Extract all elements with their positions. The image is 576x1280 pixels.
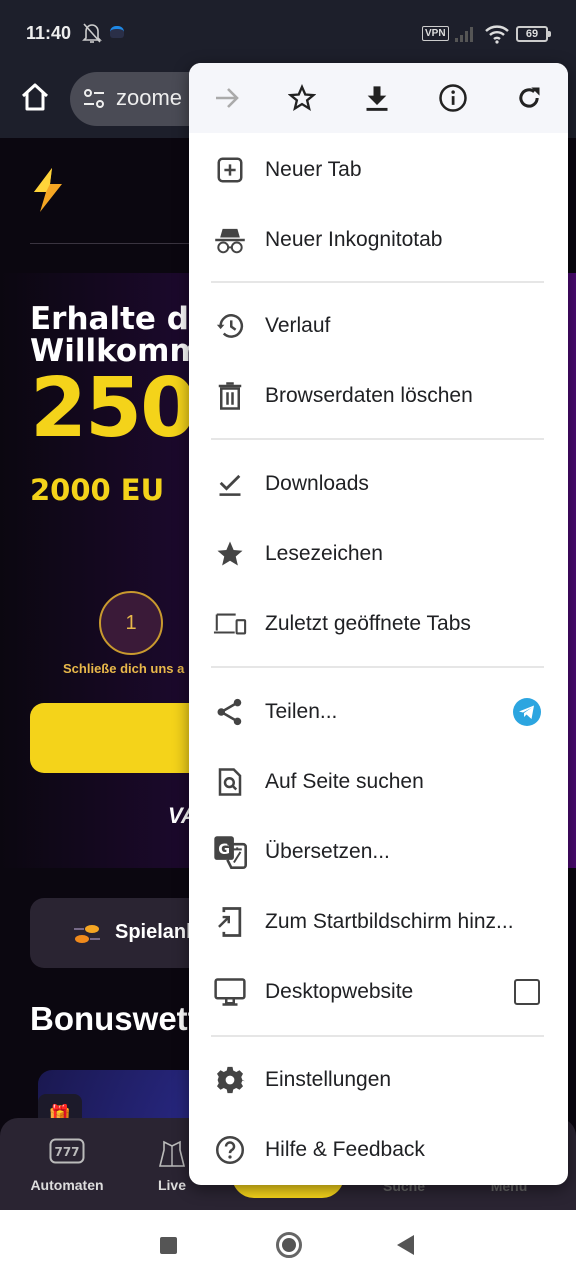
hero-amount: 250 — [30, 361, 197, 456]
hero-subline: 2000 EU — [30, 473, 165, 507]
provider-icon — [72, 923, 102, 945]
step-number: 1 — [99, 591, 163, 655]
home-icon[interactable] — [18, 80, 52, 114]
settings-icon — [213, 1063, 247, 1097]
devices-icon — [213, 607, 247, 641]
downloads-done-icon — [213, 467, 247, 501]
menu-label: Teilen... — [265, 700, 338, 723]
download-icon[interactable] — [359, 80, 395, 116]
new-tab-icon — [213, 153, 247, 187]
status-time: 11:40 — [26, 23, 72, 43]
android-nav-bar — [0, 1210, 576, 1280]
menu-separator — [211, 438, 544, 440]
app-notification-icon — [110, 26, 124, 38]
menu-item-translate[interactable]: G Übersetzen... — [189, 817, 568, 887]
menu-action-row — [189, 63, 568, 133]
menu-item-add-to-home-screen[interactable]: Zum Startbildschirm hinz... — [189, 887, 568, 957]
url-text[interactable]: zoome — [116, 85, 182, 111]
menu-label: Lesezeichen — [265, 542, 383, 565]
screen: 11:40 VPN 69 zoome Erhalte d Willkomm 25… — [0, 0, 576, 1280]
translate-icon: G — [213, 835, 247, 869]
menu-item-settings[interactable]: Einstellungen — [189, 1045, 568, 1115]
hero-title: Erhalte d Willkomm — [30, 303, 202, 367]
add-to-home-icon — [213, 905, 247, 939]
menu-separator — [211, 1035, 544, 1037]
dealer-icon — [158, 1138, 186, 1167]
nav-item-automaten[interactable]: 777 Automaten — [19, 1138, 115, 1193]
browser-overflow-menu: Neuer Tab Neuer Inkognitotab Verlauf Bro… — [189, 63, 568, 1185]
wifi-icon — [484, 24, 510, 44]
battery-icon: 69 — [516, 26, 551, 42]
reload-icon[interactable] — [511, 80, 547, 116]
menu-label: Übersetzen... — [265, 840, 390, 863]
share-icon — [213, 695, 247, 729]
menu-label: Downloads — [265, 472, 369, 495]
menu-label: Auf Seite suchen — [265, 770, 424, 793]
menu-label: Hilfe & Feedback — [265, 1138, 425, 1161]
incognito-icon — [213, 223, 247, 257]
menu-separator — [211, 666, 544, 668]
lightning-logo-icon[interactable] — [28, 166, 68, 214]
menu-label: Verlauf — [265, 314, 331, 337]
menu-label: Zum Startbildschirm hinz... — [265, 910, 514, 933]
desktop-icon — [213, 975, 247, 1009]
home-button[interactable] — [276, 1232, 302, 1258]
find-in-page-icon — [213, 765, 247, 799]
tune-icon[interactable] — [82, 87, 106, 111]
star-filled-icon — [213, 537, 247, 571]
star-outline-icon[interactable] — [284, 80, 320, 116]
telegram-icon[interactable] — [512, 697, 542, 727]
menu-item-new-incognito-tab[interactable]: Neuer Inkognitotab — [189, 205, 568, 275]
forward-arrow-icon[interactable] — [209, 80, 245, 116]
menu-item-find-in-page[interactable]: Auf Seite suchen — [189, 747, 568, 817]
history-icon — [213, 309, 247, 343]
menu-label: Desktopwebsite — [265, 980, 414, 1003]
desktop-site-checkbox[interactable] — [514, 979, 540, 1005]
menu-label: Einstellungen — [265, 1068, 392, 1091]
recent-apps-button[interactable] — [160, 1237, 177, 1254]
hero-title-line-1: Erhalte d — [30, 301, 189, 337]
menu-item-new-tab[interactable]: Neuer Tab — [189, 135, 568, 205]
menu-item-recent-tabs[interactable]: Zuletzt geöffnete Tabs — [189, 589, 568, 659]
step-label: Schließe dich uns a — [63, 661, 185, 676]
menu-item-downloads[interactable]: Downloads — [189, 449, 568, 519]
trash-icon — [213, 379, 247, 413]
slot-777-icon: 777 — [49, 1138, 85, 1166]
menu-separator — [211, 281, 544, 283]
provider-label: Spielanb — [115, 921, 199, 943]
menu-item-history[interactable]: Verlauf — [189, 291, 568, 361]
bell-off-icon — [82, 22, 102, 44]
menu-item-help-feedback[interactable]: Hilfe & Feedback — [189, 1115, 568, 1185]
section-title: Bonuswett — [30, 1000, 199, 1037]
menu-item-share[interactable]: Teilen... — [189, 677, 568, 747]
menu-item-desktop-site[interactable]: Desktopwebsite — [189, 957, 568, 1027]
info-icon[interactable] — [435, 80, 471, 116]
svg-text:777: 777 — [54, 1145, 79, 1159]
menu-label: Neuer Inkognitotab — [265, 228, 443, 251]
menu-label: Browserdaten löschen — [265, 384, 473, 407]
menu-label: Zuletzt geöffnete Tabs — [265, 612, 471, 635]
vpn-icon: VPN — [422, 26, 449, 41]
nav-label: Automaten — [30, 1177, 104, 1193]
help-icon — [213, 1133, 247, 1167]
menu-item-bookmarks[interactable]: Lesezeichen — [189, 519, 568, 589]
back-button[interactable] — [397, 1235, 414, 1255]
signal-icon — [454, 25, 478, 43]
menu-item-clear-browsing-data[interactable]: Browserdaten löschen — [189, 361, 568, 431]
menu-label: Neuer Tab — [265, 158, 362, 181]
status-bar: 11:40 VPN 69 — [0, 0, 576, 62]
